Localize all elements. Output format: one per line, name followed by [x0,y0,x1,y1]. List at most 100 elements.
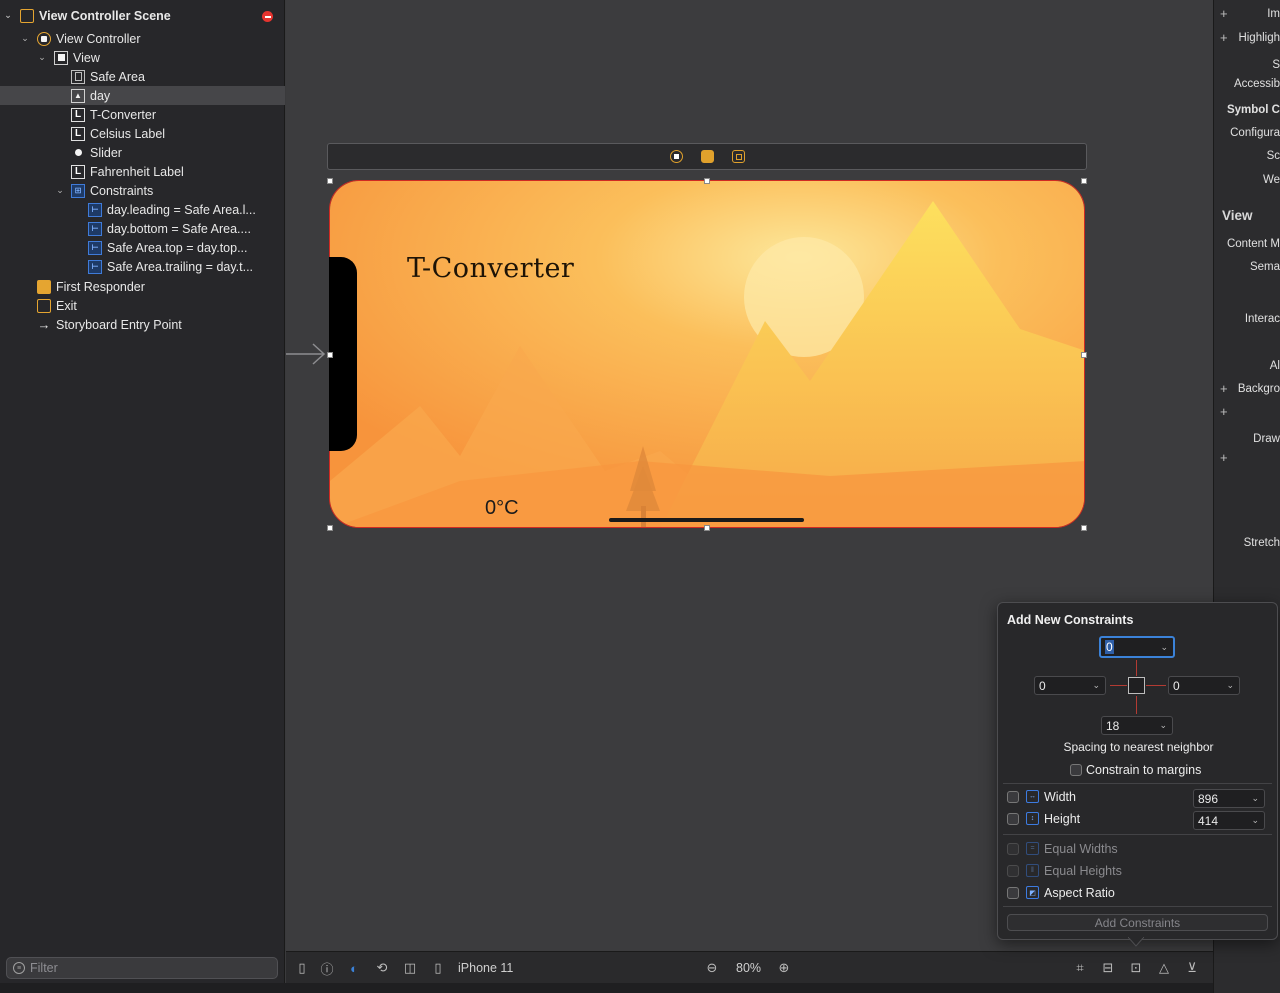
bottom-spacing-field[interactable]: 18 ⌄ [1101,716,1173,735]
t-converter-label[interactable]: T-Converter [407,253,574,284]
outline-toggle-icon[interactable]: ▯ [294,960,310,976]
resize-handle[interactable] [1081,178,1087,184]
outline-row-t-converter[interactable]: L T-Converter [0,105,285,124]
resize-handle[interactable] [704,525,710,531]
outline-row-constraint[interactable]: ⊢ day.bottom = Safe Area.... [0,219,285,238]
outline-row-day[interactable]: ▲ day [0,86,285,105]
disclosure-open-icon[interactable]: ⌄ [19,33,31,44]
chevron-down-icon[interactable]: ⌄ [1160,642,1168,653]
disclosure-open-icon[interactable]: ⌄ [2,10,14,21]
outline-row-slider[interactable]: Slider [0,143,285,162]
outline-row-entry-point[interactable]: → Storyboard Entry Point [0,315,285,334]
outline-row-constraint[interactable]: ⊢ Safe Area.top = day.top... [0,238,285,257]
left-constraint-line[interactable] [1110,685,1127,686]
zoom-level[interactable]: 80% [736,961,761,975]
zoom-out-icon[interactable]: ⊖ [704,960,720,976]
embed-in-icon[interactable]: ⊻ [1184,960,1200,976]
top-spacing-field[interactable]: 0 ⌄ [1099,636,1175,658]
resize-handle[interactable] [327,178,333,184]
filter-input[interactable] [30,961,260,975]
celsius-label[interactable]: 0°C [485,497,519,520]
width-field[interactable]: 896 ⌄ [1193,789,1265,808]
outline-label: Slider [90,145,122,160]
outline-row-celsius-label[interactable]: L Celsius Label [0,124,285,143]
error-badge-icon[interactable] [262,11,273,22]
chevron-down-icon[interactable]: ⌄ [1251,815,1259,826]
filter-field[interactable]: ≡ [6,957,278,979]
right-constraint-line[interactable] [1146,685,1166,686]
outline-row-constraint[interactable]: ⊢ Safe Area.trailing = day.t... [0,257,285,276]
popover-caret [1128,937,1144,947]
outline-row-constraints[interactable]: ⌄ ⊞ Constraints [0,181,285,200]
resolve-issues-icon[interactable]: △ [1156,960,1172,976]
height-value: 414 [1198,813,1219,828]
outline-label: View Controller Scene [39,8,171,23]
resize-handle[interactable] [704,178,710,184]
plus-icon[interactable]: + [1220,6,1228,21]
outline-row-exit[interactable]: Exit [0,296,285,315]
aspect-ratio-checkbox[interactable] [1007,887,1019,899]
disclosure-open-icon[interactable]: ⌄ [36,52,48,63]
outline-row-scene[interactable]: ⌄ View Controller Scene [0,6,285,25]
first-responder-icon[interactable] [701,150,714,163]
popover-title: Add New Constraints [1007,613,1134,627]
plus-icon[interactable]: + [1220,404,1228,419]
inspector-label: Interac [1244,313,1280,325]
outline-row-first-responder[interactable]: First Responder [0,277,285,296]
inspector-label: Im [1267,8,1280,20]
align-icon[interactable]: ⊟ [1100,960,1116,976]
outline-row-fahrenheit-label[interactable]: L Fahrenheit Label [0,162,285,181]
chevron-down-icon[interactable]: ⌄ [1092,680,1100,691]
outline-row-safe-area[interactable]: Safe Area [0,67,285,86]
outline-label: Fahrenheit Label [90,164,184,179]
top-constraint-line[interactable] [1136,660,1137,676]
update-frames-icon[interactable]: ⌗ [1072,960,1088,976]
resize-handle[interactable] [327,525,333,531]
zoom-in-icon[interactable]: ⊕ [776,960,792,976]
add-constraints-icon[interactable]: ⊡ [1128,960,1144,976]
chevron-down-icon[interactable]: ⌄ [1226,680,1234,691]
filter-icon: ≡ [13,962,25,974]
constrain-margins-checkbox[interactable] [1070,764,1082,776]
plus-icon[interactable]: + [1220,450,1228,465]
height-field[interactable]: 414 ⌄ [1193,811,1265,830]
equal-heights-icon: ‖ [1026,864,1039,877]
orientation-icon[interactable]: ⟲ [374,960,390,976]
add-constraints-button[interactable]: Add Constraints [1007,914,1268,931]
equal-widths-checkbox[interactable] [1007,843,1019,855]
height-checkbox[interactable] [1007,813,1019,825]
chevron-down-icon[interactable]: ⌄ [1251,793,1259,804]
plus-icon[interactable]: + [1220,30,1228,45]
accessibility-icon[interactable]: ⓘ [319,960,335,977]
entry-point-arrow-icon[interactable] [286,343,326,365]
outline-label: day [90,88,111,103]
plus-icon[interactable]: + [1220,381,1228,396]
add-constraints-popover: Add New Constraints 0 ⌄ 0 ⌄ 0 ⌄ 18 ⌄ Spacing… [997,602,1278,940]
bottom-constraint-line[interactable] [1136,696,1137,714]
width-icon: ↔ [1026,790,1039,803]
outline-row-view[interactable]: ⌄ View [0,48,285,67]
left-spacing-field[interactable]: 0 ⌄ [1034,676,1106,695]
resize-handle[interactable] [1081,352,1087,358]
resize-handle[interactable] [1081,525,1087,531]
exit-icon[interactable] [732,150,745,163]
chevron-down-icon[interactable]: ⌄ [1159,720,1167,731]
equal-heights-checkbox[interactable] [1007,865,1019,877]
width-checkbox[interactable] [1007,791,1019,803]
resize-handle[interactable] [327,352,333,358]
inspector-label: Configura [1230,127,1280,139]
outline-row-view-controller[interactable]: ⌄ View Controller [0,29,285,48]
layout-icon[interactable]: ◫ [402,960,418,976]
right-spacing-field[interactable]: 0 ⌄ [1168,676,1240,695]
inspector-section-view: View [1222,208,1253,223]
device-name[interactable]: iPhone 11 [458,961,513,975]
device-icon[interactable]: ▯ [430,960,446,976]
appearance-icon[interactable]: ◐ [346,960,362,976]
day-image-view[interactable] [329,180,1085,528]
top-spacing-value: 0 [1105,640,1114,654]
outline-row-constraint[interactable]: ⊢ day.leading = Safe Area.l... [0,200,285,219]
image-view-icon: ▲ [71,88,85,103]
disclosure-open-icon[interactable]: ⌄ [54,185,66,196]
constraint-icon: ⊢ [88,221,102,236]
view-controller-icon[interactable] [670,150,683,163]
